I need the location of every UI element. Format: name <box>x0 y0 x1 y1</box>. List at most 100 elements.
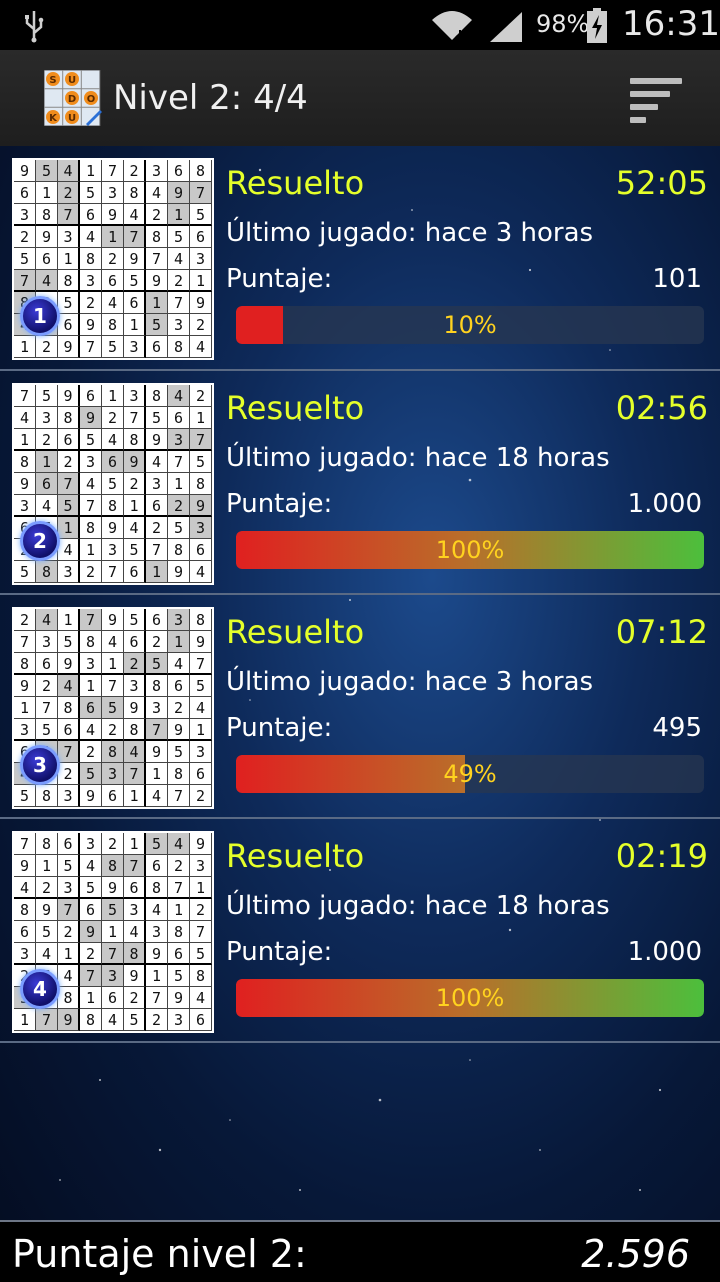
sudoku-cell: 5 <box>124 270 146 292</box>
sudoku-cell: 1 <box>124 495 146 517</box>
sudoku-cell: 4 <box>80 473 102 495</box>
sudoku-cell: 4 <box>190 697 212 719</box>
sudoku-cell: 1 <box>14 697 36 719</box>
sudoku-cell: 3 <box>102 182 124 204</box>
score-label: Puntaje: <box>226 713 333 743</box>
puzzle-row[interactable]: 2417956387358462198693125479241738651786… <box>0 595 720 819</box>
sudoku-cell: 6 <box>190 1009 212 1031</box>
sudoku-cell: 7 <box>58 204 80 226</box>
sudoku-cell: 2 <box>36 429 58 451</box>
sudoku-cell: 6 <box>58 429 80 451</box>
sudoku-cell: 5 <box>190 204 212 226</box>
puzzle-number-badge: 4 <box>20 969 60 1009</box>
sudoku-cell: 9 <box>80 785 102 807</box>
sudoku-cell: 3 <box>190 741 212 763</box>
sudoku-cell: 9 <box>124 697 146 719</box>
sudoku-cell: 8 <box>168 763 190 785</box>
sudoku-cell: 3 <box>58 877 80 899</box>
sudoku-cell: 1 <box>58 609 80 631</box>
sudoku-cell: 6 <box>80 697 102 719</box>
status-bar: 98% 16:31 <box>0 0 720 50</box>
sudoku-logo-icon[interactable]: S U D O K U <box>44 70 102 126</box>
sudoku-cell: 4 <box>168 653 190 675</box>
progress-percent: 10% <box>443 311 497 339</box>
sudoku-cell: 2 <box>58 921 80 943</box>
sudoku-cell: 5 <box>124 609 146 631</box>
sudoku-cell: 6 <box>146 609 168 631</box>
sudoku-cell: 5 <box>168 965 190 987</box>
sudoku-cell: 5 <box>102 899 124 921</box>
sudoku-cell: 4 <box>102 1009 124 1031</box>
battery-percent: 98% <box>536 10 590 38</box>
sudoku-cell: 1 <box>102 385 124 407</box>
score-label: Puntaje: <box>226 937 333 967</box>
puzzle-status: Resuelto <box>226 837 365 875</box>
sudoku-cell: 9 <box>190 495 212 517</box>
sudoku-cell: 8 <box>190 160 212 182</box>
sudoku-cell: 5 <box>14 785 36 807</box>
sudoku-cell: 2 <box>102 248 124 270</box>
puzzle-status: Resuelto <box>226 164 365 202</box>
sudoku-cell: 9 <box>146 741 168 763</box>
sudoku-cell: 6 <box>102 270 124 292</box>
sudoku-cell: 4 <box>102 292 124 314</box>
sudoku-cell: 4 <box>36 609 58 631</box>
sort-menu-button[interactable] <box>630 78 694 123</box>
sudoku-cell: 9 <box>146 429 168 451</box>
sudoku-cell: 7 <box>190 182 212 204</box>
sudoku-cell: 7 <box>58 741 80 763</box>
sudoku-cell: 7 <box>168 451 190 473</box>
sudoku-cell: 8 <box>36 204 58 226</box>
sudoku-cell: 2 <box>124 473 146 495</box>
sudoku-cell: 9 <box>146 943 168 965</box>
sudoku-cell: 8 <box>146 877 168 899</box>
sudoku-cell: 3 <box>80 833 102 855</box>
sudoku-cell: 7 <box>124 763 146 785</box>
sudoku-cell: 2 <box>102 719 124 741</box>
sudoku-cell: 3 <box>80 653 102 675</box>
sudoku-cell: 6 <box>58 314 80 336</box>
puzzle-number-badge: 1 <box>20 296 60 336</box>
sudoku-cell: 4 <box>146 451 168 473</box>
sudoku-cell: 4 <box>80 226 102 248</box>
sudoku-cell: 4 <box>124 517 146 539</box>
sudoku-cell: 2 <box>14 226 36 248</box>
level-score-value: 2.596 <box>581 1232 690 1276</box>
sudoku-cell: 8 <box>124 429 146 451</box>
sudoku-cell: 7 <box>146 248 168 270</box>
sudoku-cell: 4 <box>168 248 190 270</box>
sudoku-cell: 3 <box>102 763 124 785</box>
score-label: Puntaje: <box>226 489 333 519</box>
puzzle-row[interactable]: 9541723686125384973876942152934178565618… <box>0 146 720 371</box>
signal-icon <box>490 12 522 42</box>
sudoku-cell: 5 <box>146 653 168 675</box>
puzzle-row[interactable]: 7863215499154876234235968718976534126529… <box>0 819 720 1043</box>
sudoku-cell: 1 <box>58 248 80 270</box>
sudoku-cell: 2 <box>14 609 36 631</box>
sudoku-cell: 5 <box>58 292 80 314</box>
sudoku-cell: 1 <box>124 833 146 855</box>
sudoku-cell: 5 <box>102 697 124 719</box>
sudoku-cell: 3 <box>190 855 212 877</box>
sudoku-cell: 8 <box>124 719 146 741</box>
puzzle-row[interactable]: 7596138424389275611265489378123694759674… <box>0 371 720 595</box>
sudoku-cell: 3 <box>102 539 124 561</box>
sudoku-cell: 6 <box>146 495 168 517</box>
sudoku-cell: 9 <box>58 385 80 407</box>
sudoku-cell: 9 <box>14 675 36 697</box>
sudoku-cell: 2 <box>190 314 212 336</box>
sudoku-cell: 3 <box>168 1009 190 1031</box>
sudoku-cell: 5 <box>36 719 58 741</box>
sudoku-cell: 7 <box>14 631 36 653</box>
progress-percent: 100% <box>435 536 505 564</box>
sudoku-cell: 7 <box>58 473 80 495</box>
sudoku-cell: 5 <box>36 160 58 182</box>
sudoku-cell: 1 <box>168 899 190 921</box>
sudoku-cell: 8 <box>102 495 124 517</box>
sudoku-cell: 2 <box>58 451 80 473</box>
sudoku-cell: 4 <box>168 833 190 855</box>
sudoku-cell: 7 <box>190 429 212 451</box>
sudoku-cell: 1 <box>80 987 102 1009</box>
sudoku-cell: 4 <box>190 561 212 583</box>
sudoku-cell: 1 <box>190 719 212 741</box>
